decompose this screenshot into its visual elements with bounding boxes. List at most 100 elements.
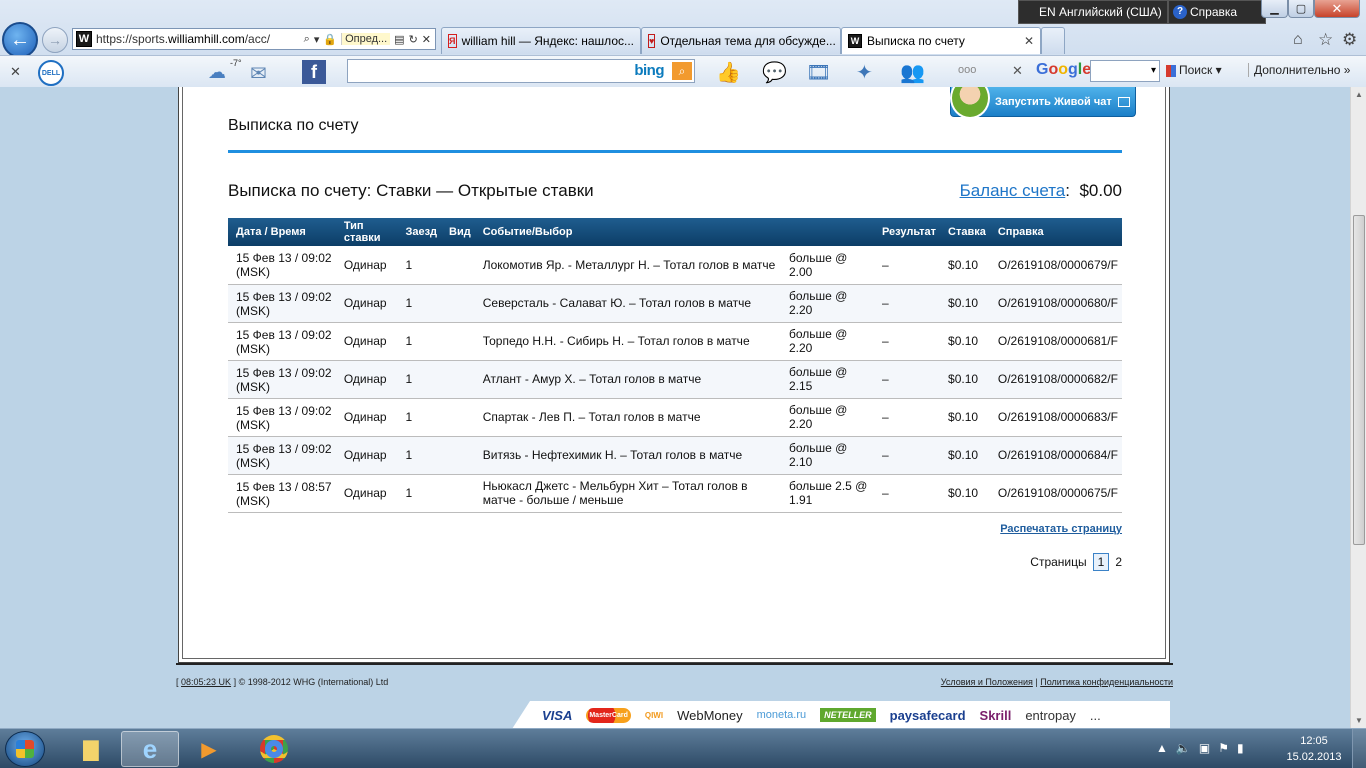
taskbar-explorer[interactable]: ▇	[62, 731, 120, 767]
williamhill-icon: W	[848, 34, 862, 48]
network-icon[interactable]: ▮	[1237, 741, 1244, 755]
address-url[interactable]: https://sports.williamhill.com/acc/	[96, 32, 270, 46]
people-icon[interactable]: 👥	[900, 60, 925, 85]
google-toolbar-close-icon[interactable]: ✕	[1012, 63, 1023, 79]
lock-icon[interactable]: 🔒	[323, 33, 337, 46]
action-center-flag-icon[interactable]: ⚑	[1218, 741, 1229, 755]
header-result[interactable]: Результат	[873, 218, 941, 246]
help-label: Справка	[1190, 5, 1238, 19]
search-icon[interactable]: ⌕	[304, 33, 310, 46]
tab-forum[interactable]: ♥ Отдельная тема для обсужде...	[641, 27, 841, 54]
facebook-icon[interactable]: f	[302, 60, 326, 84]
cell-kind	[441, 284, 475, 323]
url-domain: williamhill.com	[168, 32, 245, 46]
footer-copyright: [ 08:05:23 UK ] © 1998-2012 WHG (Interna…	[176, 677, 389, 687]
tab-close-icon[interactable]: ✕	[1018, 34, 1034, 48]
bing-search-input[interactable]: bing ⌕	[347, 59, 695, 83]
tab-yandex[interactable]: Я william hill — Яндекс: нашлос...	[441, 27, 641, 54]
chrome-icon	[260, 735, 288, 763]
table-row: 15 Фев 13 / 09:02 (MSK) Одинар 1 Локомотив …	[228, 246, 1122, 285]
page-link-1[interactable]: 1	[1092, 553, 1110, 571]
cell-bet-type: Одинар	[335, 360, 398, 399]
chat-bubble-icon[interactable]: 💬	[762, 60, 787, 85]
scrollbar-thumb[interactable]	[1353, 215, 1365, 545]
tray-arrow-icon[interactable]: ▲	[1156, 741, 1168, 755]
weather-icon[interactable]: ☁	[208, 62, 226, 83]
header-datetime[interactable]: Дата / Время	[228, 218, 336, 246]
cell-datetime: 15 Фев 13 / 09:02 (MSK)	[228, 284, 336, 323]
privacy-link[interactable]: Политика конфиденциальности	[1040, 677, 1173, 687]
cell-bet-type: Одинар	[335, 474, 398, 513]
scroll-up-icon[interactable]: ▲	[1355, 90, 1363, 99]
server-time-link[interactable]: 08:05:23 UK	[181, 677, 231, 687]
stop-icon[interactable]: ✕	[422, 33, 431, 46]
volume-icon[interactable]: 🔈	[1176, 741, 1191, 755]
cell-result: –	[873, 284, 941, 323]
page-link-2[interactable]: 2	[1115, 555, 1122, 569]
cell-selection: больше @ 2.15	[780, 360, 874, 399]
dropdown-chevron-icon[interactable]: ▾	[314, 33, 320, 46]
terms-link[interactable]: Условия и Положения	[941, 677, 1033, 687]
cell-kind	[441, 474, 475, 513]
minimize-button[interactable]: ▁	[1261, 0, 1288, 18]
browser-chrome: EN Английский (США) ? Справка ▁ ▢ ✕ ← → W…	[0, 0, 1366, 87]
header-stake[interactable]: Ставка	[940, 218, 990, 246]
games-icon[interactable]: ✦	[856, 60, 873, 85]
header-bet-type[interactable]: Тип ставки	[335, 218, 398, 246]
balance-link[interactable]: Баланс счета	[960, 181, 1066, 200]
start-button[interactable]	[5, 731, 45, 767]
language-indicator[interactable]: EN Английский (США)	[1018, 0, 1168, 24]
arrow-left-icon: ←	[10, 28, 30, 51]
cell-kind	[441, 322, 475, 361]
vertical-scrollbar[interactable]: ▲ ▼	[1350, 87, 1366, 728]
system-clock[interactable]: 12:05 15.02.2013	[1284, 733, 1344, 765]
google-search-button[interactable]: Поиск ▾	[1166, 63, 1222, 77]
more-dots[interactable]: ooo	[958, 64, 976, 76]
taskbar-chrome[interactable]	[245, 731, 303, 767]
cell-ref: O/2619108/0000681/F	[989, 322, 1122, 361]
cell-datetime: 15 Фев 13 / 09:02 (MSK)	[228, 398, 336, 437]
tab-statement[interactable]: W Выписка по счету ✕	[841, 27, 1041, 54]
certificate-label[interactable]: Опред...	[341, 33, 391, 45]
video-icon[interactable]: 🎞	[806, 60, 831, 85]
gear-icon[interactable]: ⚙	[1342, 30, 1357, 50]
show-desktop-button[interactable]	[1352, 729, 1366, 768]
cell-ref: O/2619108/0000682/F	[989, 360, 1122, 399]
open-bets-table: Дата / Время Тип ставки Заезд Вид Событи…	[228, 218, 1122, 513]
new-tab-button[interactable]	[1041, 27, 1065, 54]
device-icon[interactable]: ▣	[1199, 741, 1210, 755]
mail-icon[interactable]: ✉	[250, 61, 267, 86]
close-window-button[interactable]: ✕	[1314, 0, 1360, 18]
address-bar[interactable]: W https://sports.williamhill.com/acc/ ⌕ …	[72, 28, 436, 50]
header-kind[interactable]: Вид	[441, 218, 475, 246]
favorites-star-icon[interactable]: ☆	[1318, 30, 1333, 50]
clock-time: 12:05	[1300, 735, 1328, 747]
print-page-link[interactable]: Распечатать страницу	[1000, 523, 1122, 535]
cell-race: 1	[397, 360, 442, 399]
dell-logo-icon[interactable]: DELL	[38, 60, 64, 86]
cell-stake: $0.10	[940, 474, 990, 513]
webmoney-logo: WebMoney	[677, 707, 743, 723]
header-race[interactable]: Заезд	[397, 218, 442, 246]
like-icon[interactable]: 👍	[716, 60, 741, 85]
bing-search-icon[interactable]: ⌕	[672, 62, 692, 80]
home-icon[interactable]: ⌂	[1293, 31, 1303, 49]
maximize-button[interactable]: ▢	[1288, 0, 1314, 18]
google-more-button[interactable]: Дополнительно »	[1248, 63, 1350, 77]
back-button[interactable]: ←	[2, 22, 38, 58]
header-event[interactable]: Событие/Выбор	[474, 218, 874, 246]
help-button[interactable]: ? Справка	[1168, 0, 1266, 24]
taskbar-internet-explorer[interactable]: e	[121, 731, 179, 767]
visa-logo: VISA	[542, 707, 573, 723]
more-payments[interactable]: ...	[1090, 708, 1101, 723]
header-ref[interactable]: Справка	[989, 218, 1122, 246]
folder-icon: ▇	[83, 738, 99, 761]
refresh-icon[interactable]: ↻	[409, 33, 418, 46]
cell-bet-type: Одинар	[335, 436, 398, 475]
scroll-down-icon[interactable]: ▼	[1355, 716, 1363, 725]
forward-button[interactable]: →	[42, 27, 68, 53]
compatibility-icon[interactable]: ▤	[394, 33, 404, 46]
taskbar-media-player[interactable]: ▶	[180, 731, 238, 767]
toolbar-close-icon[interactable]: ✕	[10, 64, 21, 80]
google-search-input[interactable]: ▾	[1090, 60, 1160, 82]
